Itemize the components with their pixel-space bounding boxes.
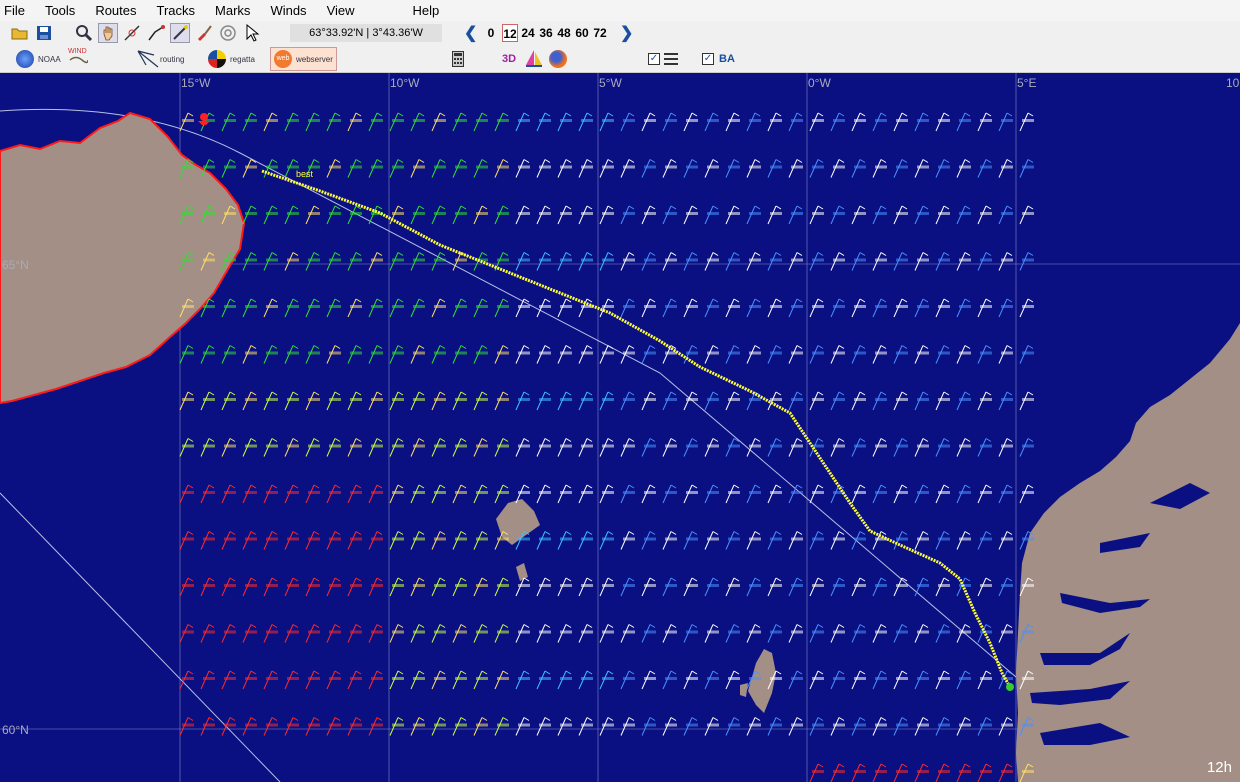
- route-line-icon[interactable]: [146, 23, 166, 43]
- save-icon[interactable]: [34, 23, 54, 43]
- routing-button[interactable]: routing: [136, 48, 184, 70]
- layers-icon[interactable]: [664, 48, 678, 70]
- ba-checkbox[interactable]: ✓: [702, 53, 714, 65]
- pointer-icon[interactable]: [242, 23, 262, 43]
- lon-label-0w: 0°W: [808, 76, 831, 90]
- wind-button[interactable]: WIND: [68, 48, 88, 70]
- noaa-button[interactable]: NOAA: [16, 48, 61, 70]
- noaa-icon: [16, 50, 34, 68]
- menu-bar: File Tools Routes Tracks Marks Winds Vie…: [0, 0, 1240, 21]
- hour-48[interactable]: 48: [556, 24, 572, 42]
- shetland-islands: [740, 649, 776, 713]
- webserver-icon: web: [274, 50, 292, 68]
- regatta-icon: [208, 50, 226, 68]
- secondary-toolbar: NOAA WIND routing regatta web webserver …: [0, 45, 1240, 73]
- optimal-route: [261, 169, 1012, 688]
- routing-icon: [137, 50, 159, 68]
- lon-label-10w: 10°W: [390, 76, 420, 90]
- lon-label-5e: 5°E: [1017, 76, 1036, 90]
- grid-checkbox[interactable]: ✓: [648, 53, 660, 65]
- wind-icon: [69, 56, 88, 64]
- hour-24[interactable]: 24: [520, 24, 536, 42]
- chart-map[interactable]: best 15°W 10°W 5°W 0°W 5°E 10 65°N 60°N …: [0, 73, 1240, 782]
- menu-view[interactable]: View: [323, 3, 359, 18]
- main-toolbar: 63°33.92'N | 3°43.36'W ❮ 0 12 24 36 48 6…: [0, 21, 1240, 45]
- zoom-icon[interactable]: [74, 23, 94, 43]
- menu-routes[interactable]: Routes: [91, 3, 140, 18]
- route-start-label: best: [296, 169, 314, 179]
- routing-label: routing: [160, 54, 185, 64]
- forecast-time-label: 12h: [1206, 759, 1232, 776]
- lon-label-10e: 10: [1226, 76, 1240, 90]
- firefox-icon[interactable]: [549, 48, 571, 70]
- iceland-landmass: [0, 111, 246, 405]
- norway-landmass: [1016, 323, 1240, 782]
- webserver-button[interactable]: web webserver: [270, 47, 337, 71]
- wind-barb-layer: [179, 112, 1034, 782]
- hour-60[interactable]: 60: [574, 24, 590, 42]
- pen-icon[interactable]: [170, 23, 190, 43]
- boundary-line: [0, 492, 281, 782]
- prev-time-icon[interactable]: ❮: [464, 23, 477, 43]
- sail-icon[interactable]: [524, 48, 544, 70]
- menu-winds[interactable]: Winds: [266, 3, 310, 18]
- hour-72[interactable]: 72: [592, 24, 608, 42]
- ba-label: BA: [719, 53, 735, 65]
- paint-icon[interactable]: [194, 23, 214, 43]
- lat-label-60n: 60°N: [2, 723, 29, 737]
- 3d-button[interactable]: 3D: [502, 48, 516, 70]
- regatta-label: regatta: [230, 54, 255, 64]
- regatta-button[interactable]: regatta: [208, 48, 255, 70]
- lon-label-5w: 5°W: [599, 76, 622, 90]
- webserver-label: webserver: [296, 54, 333, 64]
- measure-icon[interactable]: [122, 23, 142, 43]
- open-folder-icon[interactable]: [10, 23, 30, 43]
- menu-tracks[interactable]: Tracks: [153, 3, 200, 18]
- menu-file[interactable]: File: [0, 3, 29, 18]
- next-time-icon[interactable]: ❯: [620, 23, 633, 43]
- calculator-icon[interactable]: [452, 48, 464, 70]
- menu-tools[interactable]: Tools: [41, 3, 79, 18]
- hour-36[interactable]: 36: [538, 24, 554, 42]
- menu-help[interactable]: Help: [409, 3, 444, 18]
- wind-label: WIND: [68, 48, 87, 55]
- map-canvas[interactable]: best 15°W 10°W 5°W 0°W 5°E 10 65°N 60°N: [0, 73, 1240, 782]
- lat-label-65n: 65°N: [2, 258, 29, 272]
- cursor-coordinates: 63°33.92'N | 3°43.36'W: [290, 24, 442, 42]
- hour-0[interactable]: 0: [484, 24, 498, 42]
- pan-hand-icon[interactable]: [98, 23, 118, 43]
- hour-12[interactable]: 12: [502, 24, 518, 42]
- app-window: File Tools Routes Tracks Marks Winds Vie…: [0, 0, 1240, 782]
- target-icon[interactable]: [218, 23, 238, 43]
- menu-marks[interactable]: Marks: [211, 3, 254, 18]
- noaa-label: NOAA: [38, 54, 61, 64]
- lon-label-15w: 15°W: [181, 76, 211, 90]
- route-destination-marker[interactable]: [1006, 683, 1014, 691]
